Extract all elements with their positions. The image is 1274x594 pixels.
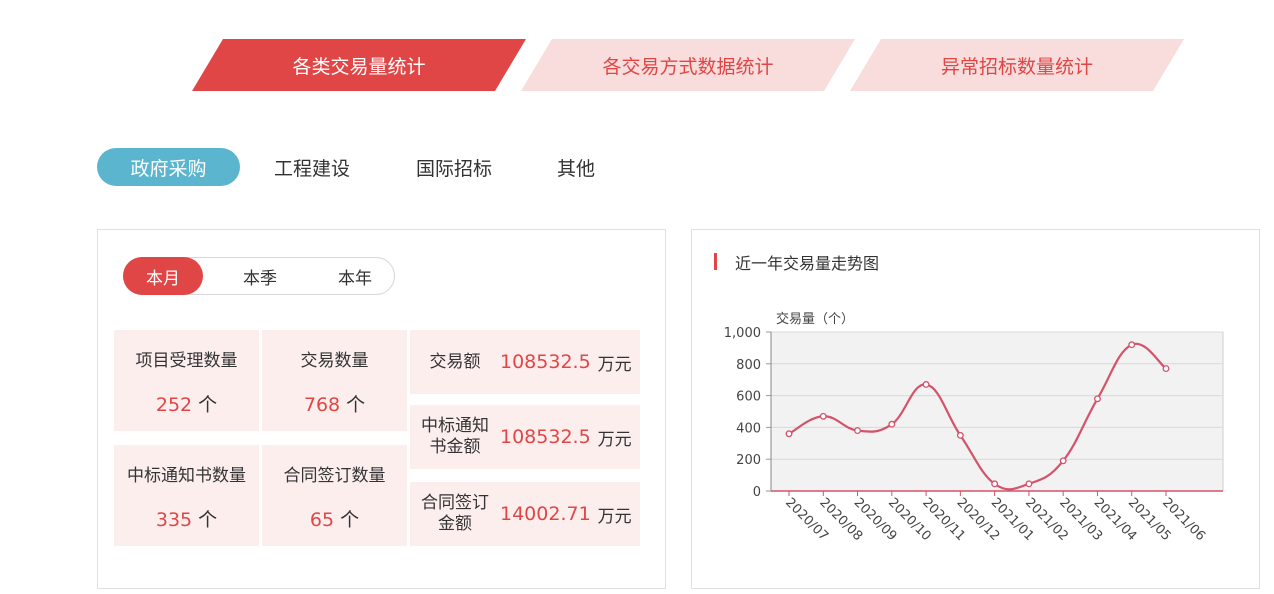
stat-card-contracts: 合同签订数量 65 个 <box>262 445 407 546</box>
money-card-contract-amount: 合同签订金额 14002.71 万元 <box>410 482 640 546</box>
tab-transaction-method[interactable]: 各交易方式数据统计 <box>521 39 855 91</box>
period-year[interactable]: 本年 <box>315 257 395 295</box>
category-other[interactable]: 其他 <box>540 148 612 186</box>
stat-label: 中标通知书数量 <box>127 466 246 486</box>
data-point <box>1094 395 1101 403</box>
data-point <box>991 480 999 488</box>
data-point <box>854 427 861 435</box>
data-point <box>922 381 930 388</box>
category-engineering[interactable]: 工程建设 <box>260 148 364 186</box>
data-point <box>888 420 896 428</box>
y-tick-label: 1,000 <box>724 326 761 341</box>
data-point <box>1025 480 1033 488</box>
stat-card-projects: 项目受理数量 252 个 <box>114 330 259 431</box>
y-tick-label: 200 <box>736 453 761 468</box>
stat-card-award-notices: 中标通知书数量 335 个 <box>114 445 259 546</box>
money-unit: 万元 <box>597 506 632 527</box>
money-label: 合同签订金额 <box>421 493 489 534</box>
stat-label: 交易数量 <box>300 351 369 371</box>
data-point <box>819 412 827 420</box>
money-unit: 万元 <box>597 354 632 375</box>
y-tick-label: 600 <box>736 390 761 405</box>
category-international-bidding[interactable]: 国际招标 <box>402 148 506 186</box>
data-point <box>1128 341 1136 349</box>
period-quarter[interactable]: 本季 <box>220 257 300 295</box>
y-tick-label: 800 <box>736 358 761 373</box>
stat-value: 335 个 <box>155 509 218 531</box>
stat-value: 768 个 <box>303 394 366 416</box>
money-value: 108532.5 <box>500 426 591 448</box>
data-point <box>785 430 793 438</box>
tab-transaction-volume[interactable]: 各类交易量统计 <box>192 39 526 91</box>
money-label: 交易额 <box>429 351 481 372</box>
stat-label: 合同签订数量 <box>283 466 386 486</box>
chart-title-marker <box>714 253 717 270</box>
stat-value: 65 个 <box>309 509 360 531</box>
data-point <box>1059 457 1067 465</box>
money-value: 108532.5 <box>500 351 591 373</box>
chart-title: 近一年交易量走势图 <box>735 254 880 273</box>
money-value: 14002.71 <box>500 503 591 525</box>
y-tick-label: 0 <box>753 485 761 500</box>
money-unit: 万元 <box>597 429 632 450</box>
y-tick-label: 400 <box>736 421 761 436</box>
money-card-award-amount: 中标通知书金额 108532.5 万元 <box>410 405 640 469</box>
data-point <box>1162 365 1170 373</box>
money-card-transaction-amount: 交易额 108532.5 万元 <box>410 330 640 394</box>
tab-abnormal-bidding[interactable]: 异常招标数量统计 <box>850 39 1184 91</box>
data-point <box>956 431 964 439</box>
stat-card-transactions: 交易数量 768 个 <box>262 330 407 431</box>
y-axis-label: 交易量（个） <box>776 311 854 327</box>
stat-value: 252 个 <box>155 394 218 416</box>
category-government-procurement[interactable]: 政府采购 <box>97 148 240 186</box>
stat-label: 项目受理数量 <box>135 351 238 371</box>
money-label: 中标通知书金额 <box>421 416 489 457</box>
trend-line-chart: 02004006008001,000交易量（个）2020/072020/0820… <box>724 311 1224 544</box>
period-month[interactable]: 本月 <box>123 257 203 295</box>
